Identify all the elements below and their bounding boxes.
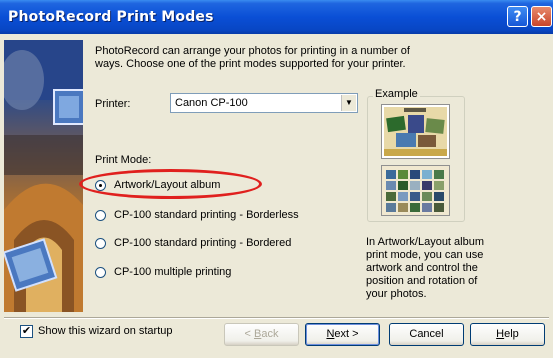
radio-dot[interactable] bbox=[95, 210, 106, 221]
print-mode-label: Print Mode: bbox=[95, 154, 152, 166]
example-thumbnails-image bbox=[381, 165, 450, 216]
intro-text: PhotoRecord can arrange your photos for … bbox=[95, 45, 410, 70]
printer-select[interactable]: Canon CP-100 ▼ bbox=[170, 93, 358, 113]
back-button[interactable]: < Back bbox=[224, 323, 299, 346]
window-title: PhotoRecord Print Modes bbox=[8, 9, 214, 25]
wizard-side-image bbox=[4, 40, 83, 312]
printer-label: Printer: bbox=[95, 98, 131, 110]
help-icon[interactable]: ? bbox=[507, 6, 528, 27]
example-description: In Artwork/Layout album print mode, you … bbox=[366, 236, 485, 300]
printer-select-value: Canon CP-100 bbox=[175, 97, 248, 109]
radio-label: CP-100 multiple printing bbox=[114, 266, 232, 278]
radio-label: CP-100 standard printing - Bordered bbox=[114, 237, 292, 249]
next-button[interactable]: Next > bbox=[305, 323, 380, 346]
help-button[interactable]: Help bbox=[470, 323, 545, 346]
close-icon[interactable]: × bbox=[531, 6, 552, 27]
startup-checkbox-label[interactable]: Show this wizard on startup bbox=[38, 325, 173, 337]
radio-dot[interactable] bbox=[95, 267, 106, 278]
example-group-title: Example bbox=[373, 88, 420, 100]
wizard-dialog: PhotoRecord can arrange your photos for … bbox=[0, 34, 553, 358]
radio-dot[interactable] bbox=[95, 238, 106, 249]
next-rest: ext > bbox=[334, 328, 359, 340]
back-prefix: < bbox=[244, 328, 254, 340]
chevron-down-icon[interactable]: ▼ bbox=[341, 95, 356, 111]
help-rest: elp bbox=[504, 328, 519, 340]
radio-label: CP-100 standard printing - Borderless bbox=[114, 209, 299, 221]
back-rest: ack bbox=[261, 328, 279, 340]
divider bbox=[4, 317, 549, 319]
cancel-button[interactable]: Cancel bbox=[389, 323, 464, 346]
example-artwork-image bbox=[381, 104, 450, 159]
help-mnemonic: H bbox=[496, 328, 505, 340]
startup-checkbox[interactable]: ✔ bbox=[20, 325, 33, 338]
title-bar: PhotoRecord Print Modes ? × bbox=[0, 0, 553, 34]
highlight-ring bbox=[79, 169, 262, 199]
